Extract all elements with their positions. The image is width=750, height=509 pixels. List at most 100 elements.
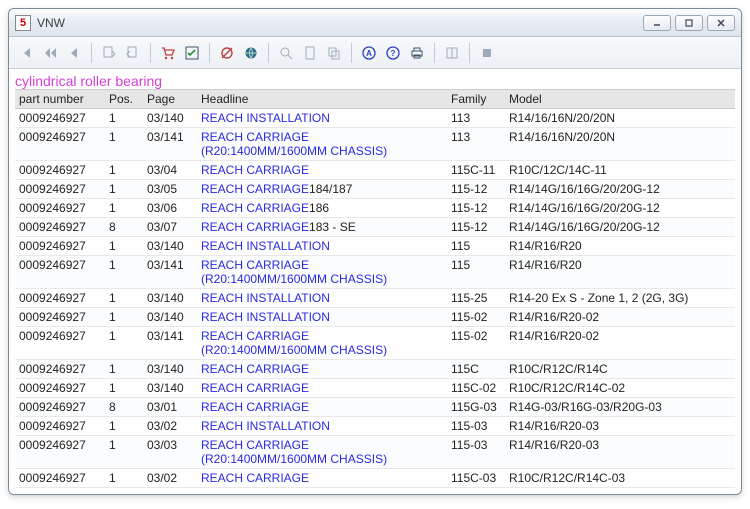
cell-pos: 1 <box>105 128 143 161</box>
table-row[interactable]: 0009246927103/06REACH CARRIAGE186115-12R… <box>15 199 735 218</box>
table-row[interactable]: 0009246927103/02REACH CARRIAGE115C-03R10… <box>15 469 735 488</box>
stop-icon[interactable] <box>476 42 498 64</box>
app-icon: 5 <box>15 15 31 31</box>
table-row[interactable]: 0009246927103/05REACH CARRIAGE184/187115… <box>15 180 735 199</box>
cell-headline: REACH INSTALLATION <box>197 289 447 308</box>
export-icon[interactable] <box>98 42 120 64</box>
cell-part: 0009246927 <box>15 199 105 218</box>
print-icon[interactable] <box>406 42 428 64</box>
headline-link[interactable]: REACH CARRIAGE <box>201 130 309 144</box>
cell-model: R14/14G/16/16G/20/20G-12 <box>505 218 735 237</box>
table-row[interactable]: 0009246927103/141REACH CARRIAGE(R20:1400… <box>15 256 735 289</box>
cell-part: 0009246927 <box>15 417 105 436</box>
nav-fast-back-icon[interactable] <box>39 42 61 64</box>
cell-family: 115C-02 <box>447 379 505 398</box>
headline-link[interactable]: REACH INSTALLATION <box>201 239 330 253</box>
cell-page: 03/141 <box>143 256 197 289</box>
cell-part: 0009246927 <box>15 379 105 398</box>
toolbar: A ? <box>9 37 741 69</box>
book-icon[interactable] <box>441 42 463 64</box>
col-pos[interactable]: Pos. <box>105 90 143 109</box>
cell-family: 113 <box>447 109 505 128</box>
cell-headline: REACH INSTALLATION <box>197 237 447 256</box>
headline-subtext[interactable]: (R20:1400MM/1600MM CHASSIS) <box>201 144 443 158</box>
table-row[interactable]: 0009246927103/141REACH CARRIAGE(R20:1400… <box>15 128 735 161</box>
headline-link[interactable]: REACH CARRIAGE <box>201 400 309 414</box>
cell-pos: 1 <box>105 199 143 218</box>
cell-family: 115-25 <box>447 289 505 308</box>
minimize-button[interactable] <box>643 15 671 31</box>
headline-link[interactable]: REACH CARRIAGE <box>201 220 309 234</box>
close-button[interactable] <box>707 15 735 31</box>
globe-icon[interactable] <box>240 42 262 64</box>
table-row[interactable]: 0009246927103/03REACH CARRIAGE(R20:1400M… <box>15 436 735 469</box>
cell-part: 0009246927 <box>15 237 105 256</box>
zoom-icon[interactable] <box>275 42 297 64</box>
table-row[interactable]: 0009246927103/140REACH INSTALLATION115-0… <box>15 308 735 327</box>
cell-headline: REACH INSTALLATION <box>197 109 447 128</box>
export-alt-icon[interactable] <box>122 42 144 64</box>
cell-family: 115-03 <box>447 436 505 469</box>
toolbar-separator <box>91 43 92 63</box>
maximize-button[interactable] <box>675 15 703 31</box>
headline-link[interactable]: REACH CARRIAGE <box>201 182 309 196</box>
cell-model: R14/R16/R20-03 <box>505 417 735 436</box>
headline-subtext[interactable]: (R20:1400MM/1600MM CHASSIS) <box>201 343 443 357</box>
nav-back-icon[interactable] <box>63 42 85 64</box>
headline-link[interactable]: REACH CARRIAGE <box>201 201 309 215</box>
table-row[interactable]: 0009246927803/01REACH CARRIAGE115G-03R14… <box>15 398 735 417</box>
table-row[interactable]: 0009246927103/141REACH CARRIAGE(R20:1400… <box>15 327 735 360</box>
cell-family: 115-12 <box>447 218 505 237</box>
headline-link[interactable]: REACH CARRIAGE <box>201 329 309 343</box>
col-headline[interactable]: Headline <box>197 90 447 109</box>
headline-link[interactable]: REACH CARRIAGE <box>201 258 309 272</box>
cell-headline: REACH CARRIAGE <box>197 379 447 398</box>
headline-link[interactable]: REACH CARRIAGE <box>201 471 309 485</box>
toolbar-separator <box>209 43 210 63</box>
col-page[interactable]: Page <box>143 90 197 109</box>
headline-link[interactable]: REACH CARRIAGE <box>201 163 309 177</box>
table-row[interactable]: 0009246927103/140REACH INSTALLATION115R1… <box>15 237 735 256</box>
cell-part: 0009246927 <box>15 109 105 128</box>
toolbar-separator <box>268 43 269 63</box>
cell-model: R10C/R12C/R14C-03 <box>505 469 735 488</box>
table-row[interactable]: 0009246927803/07REACH CARRIAGE183 - SE11… <box>15 218 735 237</box>
cell-family: 115-02 <box>447 308 505 327</box>
help-icon[interactable]: ? <box>382 42 404 64</box>
headline-link[interactable]: REACH CARRIAGE <box>201 362 309 376</box>
headline-subtext[interactable]: (R20:1400MM/1600MM CHASSIS) <box>201 452 443 466</box>
headline-link[interactable]: REACH CARRIAGE <box>201 438 309 452</box>
page-icon[interactable] <box>299 42 321 64</box>
col-family[interactable]: Family <box>447 90 505 109</box>
checklist-icon[interactable] <box>181 42 203 64</box>
headline-link[interactable]: REACH CARRIAGE <box>201 381 309 395</box>
cart-icon[interactable] <box>157 42 179 64</box>
cell-family: 115C-03 <box>447 469 505 488</box>
table-row[interactable]: 0009246927103/140REACH INSTALLATION115-2… <box>15 289 735 308</box>
col-model[interactable]: Model <box>505 90 735 109</box>
headline-link[interactable]: REACH INSTALLATION <box>201 291 330 305</box>
cell-model: R14/16/16N/20/20N <box>505 109 735 128</box>
titlebar[interactable]: 5 VNW <box>9 9 741 37</box>
headline-subtext[interactable]: (R20:1400MM/1600MM CHASSIS) <box>201 272 443 286</box>
hide-red-icon[interactable] <box>216 42 238 64</box>
cell-page: 03/05 <box>143 180 197 199</box>
cell-model: R14/R16/R20 <box>505 256 735 289</box>
headline-link[interactable]: REACH INSTALLATION <box>201 419 330 433</box>
cell-model: R10C/R12C/R14C-02 <box>505 379 735 398</box>
copy-icon[interactable] <box>323 42 345 64</box>
col-part-number[interactable]: part number <box>15 90 105 109</box>
cell-headline: REACH CARRIAGE(R20:1400MM/1600MM CHASSIS… <box>197 128 447 161</box>
cell-headline: REACH INSTALLATION <box>197 308 447 327</box>
table-row[interactable]: 0009246927103/140REACH CARRIAGE115C-02R1… <box>15 379 735 398</box>
table-row[interactable]: 0009246927103/02REACH INSTALLATION115-03… <box>15 417 735 436</box>
headline-link[interactable]: REACH INSTALLATION <box>201 310 330 324</box>
table-row[interactable]: 0009246927103/140REACH INSTALLATION113R1… <box>15 109 735 128</box>
cell-family: 115 <box>447 237 505 256</box>
annotate-icon[interactable]: A <box>358 42 380 64</box>
table-row[interactable]: 0009246927103/140REACH CARRIAGE115CR10C/… <box>15 360 735 379</box>
page-heading: cylindrical roller bearing <box>15 71 735 89</box>
table-row[interactable]: 0009246927103/04REACH CARRIAGE115C-11R10… <box>15 161 735 180</box>
nav-first-icon[interactable] <box>15 42 37 64</box>
headline-link[interactable]: REACH INSTALLATION <box>201 111 330 125</box>
